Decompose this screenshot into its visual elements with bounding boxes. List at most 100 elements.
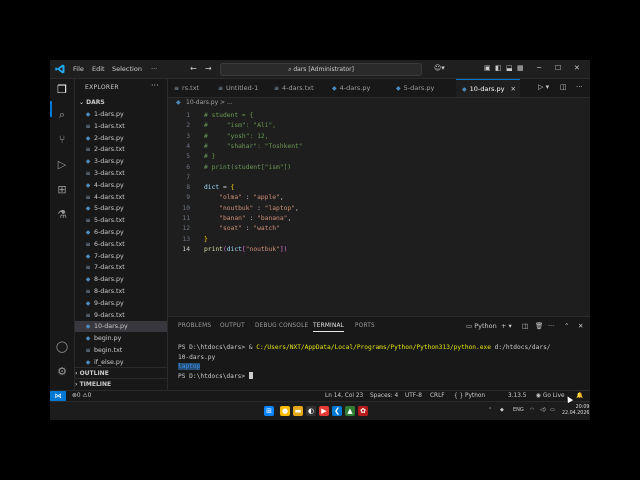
- tray-chevron-icon[interactable]: ⌃: [488, 407, 492, 413]
- terminal-shell-selector[interactable]: ▭ Python: [466, 322, 497, 330]
- workspace-folder[interactable]: ⌄ DARS: [79, 99, 105, 106]
- command-center-search[interactable]: ⌕ dars [Administrator]: [220, 63, 422, 76]
- explorer-icon[interactable]: ❐: [55, 83, 69, 97]
- kill-terminal-icon[interactable]: 🗑: [535, 322, 543, 330]
- split-editor-icon[interactable]: ◫: [560, 83, 567, 91]
- file-name: 10-dars.py: [94, 323, 128, 331]
- file-item[interactable]: ≡ 5-dars.txt: [75, 215, 167, 226]
- close-panel-icon[interactable]: ✕: [578, 322, 583, 330]
- tab-4-dars-txt[interactable]: ≡ 4-dars.txt: [268, 79, 322, 97]
- menu-edit[interactable]: Edit: [92, 65, 105, 73]
- tab-untitled-1[interactable]: ≡ Untitled-1: [212, 79, 264, 97]
- app-icon[interactable]: ◐: [306, 406, 316, 416]
- tab-5-dars-py[interactable]: ◆ 5-dars.py: [390, 79, 452, 97]
- file-item[interactable]: ◆ 10-dars.py: [75, 321, 167, 333]
- vscode-logo-icon: [55, 64, 65, 74]
- menu-selection[interactable]: Selection: [112, 65, 142, 73]
- file-item[interactable]: ◆ 2-dars.py: [75, 133, 167, 144]
- forward-arrow-icon[interactable]: →: [205, 64, 212, 73]
- tab-output[interactable]: OUTPUT: [220, 323, 245, 329]
- file-item[interactable]: ≡ 4-dars.txt: [75, 192, 167, 203]
- menu-file[interactable]: File: [73, 65, 84, 73]
- terminal-result-line: laptop: [178, 362, 588, 372]
- code-editor[interactable]: 1 # student = {2 # "ism": "Ali", 3 # "yosh":…: [168, 109, 590, 314]
- language-indicator[interactable]: ENG: [513, 407, 524, 413]
- code-text: dict = {: [204, 184, 235, 192]
- python-file-icon: ◆: [396, 85, 401, 92]
- tab-10-dars-py[interactable]: ◆ 10-dars.py ✕: [456, 79, 520, 97]
- menu-more[interactable]: ···: [151, 65, 157, 73]
- extensions-icon[interactable]: ⊞: [55, 183, 69, 197]
- tab-ports[interactable]: PORTS: [355, 323, 375, 329]
- battery-icon[interactable]: ▭: [550, 407, 555, 413]
- file-name: begin.txt: [94, 347, 123, 354]
- back-arrow-icon[interactable]: ←: [190, 64, 197, 73]
- file-item[interactable]: ≡ 8-dars.txt: [75, 286, 167, 297]
- file-item[interactable]: ≡ begin.txt: [75, 345, 167, 356]
- customize-layout-icon[interactable]: ▦: [517, 64, 524, 72]
- close-window-icon[interactable]: ✕: [574, 64, 580, 72]
- system-clock[interactable]: 20:09 22.04.2026: [562, 405, 589, 417]
- file-item[interactable]: ≡ 1-dars.txt: [75, 121, 167, 132]
- file-item[interactable]: ≡ 9-dars.txt: [75, 310, 167, 321]
- toggle-panel-layout-icon[interactable]: ▣: [484, 64, 491, 72]
- youtube-icon[interactable]: ▶: [319, 406, 329, 416]
- run-python-icon[interactable]: ▷ ▾: [538, 83, 549, 91]
- wifi-icon[interactable]: ◠: [530, 407, 534, 413]
- file-explorer-icon[interactable]: ▬: [293, 406, 303, 416]
- new-terminal-icon[interactable]: + ▾: [501, 322, 512, 330]
- account-icon[interactable]: ◯: [55, 340, 69, 354]
- tab-problems[interactable]: PROBLEMS: [178, 323, 211, 329]
- text-file-icon: ≡: [85, 170, 91, 177]
- tray-app-icon[interactable]: ◆: [500, 407, 504, 413]
- file-item[interactable]: ≡ 2-dars.txt: [75, 144, 167, 155]
- gear-icon[interactable]: ⚙: [55, 365, 69, 379]
- program-output: laptop: [178, 363, 201, 370]
- file-item[interactable]: ≡ 7-dars.txt: [75, 262, 167, 273]
- windows-start-icon[interactable]: ⊞: [264, 406, 274, 416]
- vscode-taskbar-icon[interactable]: ❮: [332, 406, 342, 416]
- text-file-icon: ≡: [85, 347, 91, 354]
- maximize-icon[interactable]: ☐: [555, 64, 561, 72]
- file-item[interactable]: ◆ 7-dars.py: [75, 251, 167, 262]
- file-item[interactable]: ◆ 3-dars.py: [75, 156, 167, 167]
- search-view-icon[interactable]: ⌕: [55, 108, 69, 122]
- timeline-section[interactable]: › TIMELINE: [75, 378, 167, 390]
- file-item[interactable]: ◆ 8-dars.py: [75, 274, 167, 285]
- tab-terminal[interactable]: TERMINAL: [313, 323, 345, 332]
- file-item[interactable]: ≡ 6-dars.txt: [75, 239, 167, 250]
- app3-icon[interactable]: ✿: [358, 406, 368, 416]
- testing-icon[interactable]: ⚗: [55, 208, 69, 222]
- editor-more-button[interactable]: ···: [576, 83, 583, 91]
- chrome-icon[interactable]: ●: [280, 406, 290, 416]
- terminal-output[interactable]: PS D:\htdocs\dars> & C:/Users/NXT/AppDat…: [178, 343, 588, 381]
- tab-4-dars-py[interactable]: ◆ 4-dars.py: [326, 79, 386, 97]
- file-item[interactable]: ◆ begin.py: [75, 333, 167, 344]
- file-item[interactable]: ◆ 4-dars.py: [75, 180, 167, 191]
- copilot-icon[interactable]: ☺▾: [434, 64, 445, 72]
- app2-icon[interactable]: ▲: [345, 406, 355, 416]
- panel-more-button[interactable]: ···: [548, 322, 554, 330]
- minimize-icon[interactable]: ─: [537, 64, 541, 72]
- explorer-more-button[interactable]: ···: [151, 81, 159, 90]
- source-control-icon[interactable]: ⑂: [55, 133, 69, 147]
- code-text: # print(student["ism"]): [204, 163, 292, 171]
- toggle-bottom-panel-icon[interactable]: ⬓: [506, 64, 513, 72]
- volume-icon[interactable]: ◁): [540, 407, 546, 413]
- tab-rs-txt[interactable]: ≡ rs.txt: [168, 79, 208, 97]
- file-item[interactable]: ≡ 3-dars.txt: [75, 168, 167, 179]
- tab-debug-console[interactable]: DEBUG CONSOLE: [255, 323, 308, 329]
- file-item[interactable]: ◆ 9-dars.py: [75, 298, 167, 309]
- maximize-panel-icon[interactable]: ⌃: [564, 322, 569, 330]
- split-terminal-icon[interactable]: ◫: [522, 322, 528, 330]
- file-item[interactable]: ◆ 6-dars.py: [75, 227, 167, 238]
- file-item[interactable]: ◆ 5-dars.py: [75, 203, 167, 214]
- file-item[interactable]: ◆ 1-dars.py: [75, 109, 167, 120]
- python-file-icon: ◆: [462, 86, 467, 93]
- close-tab-icon[interactable]: ✕: [510, 85, 515, 93]
- breadcrumb[interactable]: ◆ 10-dars.py > ...: [168, 98, 590, 108]
- line-number: 5: [186, 153, 190, 161]
- run-debug-icon[interactable]: ▷: [55, 158, 69, 172]
- file-name: 9-dars.py: [94, 299, 124, 307]
- toggle-sidebar-icon[interactable]: ◧: [495, 64, 502, 72]
